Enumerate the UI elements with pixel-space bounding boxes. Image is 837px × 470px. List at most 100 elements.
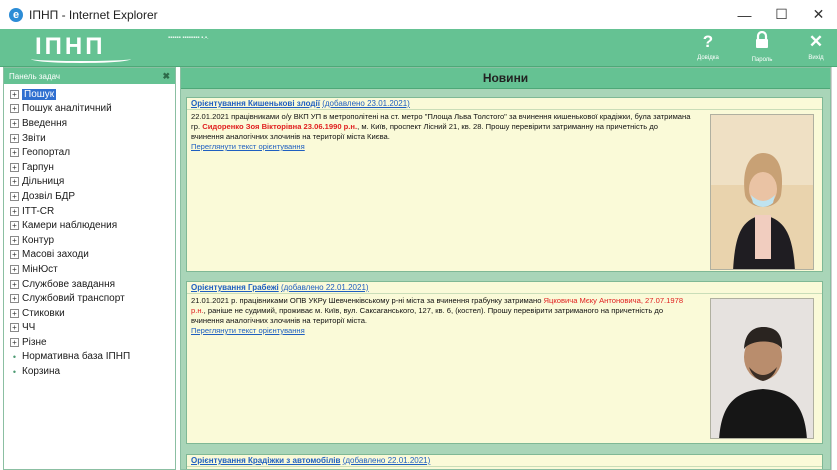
sidebar-item-label: Пошук bbox=[22, 88, 57, 100]
sidebar-item[interactable]: + Службовий транспорт bbox=[10, 291, 175, 306]
logo-swoosh bbox=[31, 55, 131, 63]
sidebar-item-label: Звіти bbox=[22, 132, 46, 144]
sidebar-item[interactable]: + Камери наблюдения bbox=[10, 218, 175, 233]
scrollbar[interactable] bbox=[831, 67, 837, 470]
task-tree: + Пошук + Пошук аналітичний + Введення + Звіти +… bbox=[4, 84, 175, 379]
sidebar-item[interactable]: + Гарпун bbox=[10, 160, 175, 175]
news-text: 21.01.2021 р. працівниками ОПВ УКРу Шевч… bbox=[191, 296, 544, 305]
news-date: (добавлено 23.01.2021) bbox=[322, 99, 410, 108]
bullet-icon: • bbox=[12, 351, 17, 362]
news-item-header: Орієнтування Грабежі (добавлено 22.01.20… bbox=[187, 282, 822, 294]
sidebar-item[interactable]: + Службове завдання bbox=[10, 277, 175, 292]
suspect-photo bbox=[710, 114, 814, 270]
expand-icon[interactable]: + bbox=[10, 323, 19, 333]
task-panel: Панель задач ✖ + Пошук + Пошук аналітичний +… bbox=[3, 67, 176, 470]
news-text-cont: , раніше не судимий, проживає м. Київ, в… bbox=[191, 306, 664, 325]
expand-icon[interactable]: + bbox=[10, 191, 19, 201]
current-user: ▪▪▪▪▪▪ ▪▪▪▪▪▪▪▪ ▪.▪. bbox=[168, 35, 209, 41]
help-button[interactable]: ? Довідка bbox=[688, 31, 728, 65]
sidebar-item[interactable]: + ITT-CR bbox=[10, 204, 175, 219]
maximize-button[interactable]: ☐ bbox=[763, 0, 800, 29]
sidebar-item-label: Контур bbox=[22, 234, 55, 246]
news-item: Орієнтування Грабежі (добавлено 22.01.20… bbox=[186, 281, 823, 444]
sidebar-item-label: Масові заходи bbox=[22, 249, 89, 261]
news-item: Орієнтування Кишенькові злодії (добавлен… bbox=[186, 97, 823, 272]
sidebar-item[interactable]: + Геопортал bbox=[10, 145, 175, 160]
sidebar-item-label: Введення bbox=[22, 117, 68, 129]
news-panel-header: Новини bbox=[181, 68, 830, 89]
task-panel-close-icon[interactable]: ✖ bbox=[162, 71, 170, 82]
task-panel-header: Панель задач ✖ bbox=[4, 68, 175, 84]
window-titlebar: e ІПНП - Internet Explorer — ☐ ✕ bbox=[0, 0, 837, 29]
close-window-button[interactable]: ✕ bbox=[800, 0, 837, 29]
sidebar-item-label: Різне bbox=[22, 336, 47, 348]
exit-button[interactable]: ✕ Вихід bbox=[796, 31, 836, 65]
help-icon: ? bbox=[702, 32, 714, 51]
expand-icon[interactable]: + bbox=[10, 162, 19, 172]
expand-icon[interactable]: + bbox=[10, 337, 19, 347]
news-title-link[interactable]: Орієнтування Грабежі bbox=[191, 283, 279, 292]
bullet-icon: • bbox=[12, 366, 17, 377]
lock-icon bbox=[742, 30, 782, 55]
sidebar-item[interactable]: + Пошук аналітичний bbox=[10, 102, 175, 117]
view-orientation-link[interactable]: Переглянути текст орієнтування bbox=[191, 326, 692, 336]
sidebar-item[interactable]: • Нормативна база ІПНП bbox=[10, 350, 175, 365]
sidebar-item-label: Службовий транспорт bbox=[22, 293, 125, 305]
news-title-link[interactable]: Орієнтування Крадіжки з автомобілів bbox=[191, 456, 340, 465]
sidebar-item[interactable]: + Масові заходи bbox=[10, 248, 175, 263]
news-title-link[interactable]: Орієнтування Кишенькові злодії bbox=[191, 99, 320, 108]
help-label: Довідка bbox=[697, 55, 719, 61]
expand-icon[interactable]: + bbox=[10, 118, 19, 128]
sidebar-item[interactable]: + ЧЧ bbox=[10, 321, 175, 336]
sidebar-item-label: Корзина bbox=[22, 366, 61, 378]
sidebar-item-label: Службове завдання bbox=[22, 278, 116, 290]
sidebar-item-label: Геопортал bbox=[22, 147, 71, 159]
internet-explorer-icon: e bbox=[9, 7, 23, 22]
news-item-header: Орієнтування Крадіжки з автомобілів (доб… bbox=[187, 455, 822, 467]
news-date: (добавлено 22.01.2021) bbox=[280, 283, 369, 292]
sidebar-item[interactable]: • Корзина bbox=[10, 364, 175, 379]
sidebar-item[interactable]: + МінЮст bbox=[10, 262, 175, 277]
news-panel: Новини Орієнтування Кишенькові злодії (д… bbox=[180, 67, 831, 470]
expand-icon[interactable]: + bbox=[10, 264, 19, 274]
sidebar-item-label: Дозвіл БДР bbox=[22, 190, 76, 202]
sidebar-item[interactable]: + Дільниця bbox=[10, 175, 175, 190]
window-controls: — ☐ ✕ bbox=[726, 0, 837, 29]
expand-icon[interactable]: + bbox=[10, 279, 19, 289]
minimize-button[interactable]: — bbox=[726, 0, 763, 29]
expand-icon[interactable]: + bbox=[10, 308, 19, 318]
sidebar-item-label: Камери наблюдения bbox=[22, 220, 118, 232]
password-button[interactable]: Пароль bbox=[742, 30, 782, 65]
expand-icon[interactable]: + bbox=[10, 104, 19, 114]
news-item-header: Орієнтування Кишенькові злодії (добавлен… bbox=[187, 98, 822, 110]
expand-icon[interactable]: + bbox=[10, 221, 19, 231]
expand-icon[interactable]: + bbox=[10, 148, 19, 158]
sidebar-item-label: Нормативна база ІПНП bbox=[22, 351, 131, 363]
view-orientation-link[interactable]: Переглянути текст орієнтування bbox=[191, 142, 692, 152]
sidebar-item[interactable]: + Різне bbox=[10, 335, 175, 350]
sidebar-item-label: МінЮст bbox=[22, 263, 58, 275]
expand-icon[interactable]: + bbox=[10, 133, 19, 143]
sidebar-item-label: Гарпун bbox=[22, 161, 54, 173]
expand-icon[interactable]: + bbox=[10, 177, 19, 187]
sidebar-item[interactable]: + Звіти bbox=[10, 131, 175, 146]
sidebar-item-label: Дільниця bbox=[22, 176, 65, 188]
news-panel-title: Новини bbox=[482, 71, 529, 85]
sidebar-item[interactable]: + Дозвіл БДР bbox=[10, 189, 175, 204]
sidebar-item-label: Стиковки bbox=[22, 307, 65, 319]
sidebar-item[interactable]: + Пошук bbox=[10, 87, 175, 102]
news-date: (добавлено 22.01.2021) bbox=[342, 456, 431, 465]
sidebar-item[interactable]: + Контур bbox=[10, 233, 175, 248]
expand-icon[interactable]: + bbox=[10, 294, 19, 304]
expand-icon[interactable]: + bbox=[10, 250, 19, 260]
sidebar-item[interactable]: + Стиковки bbox=[10, 306, 175, 321]
sidebar-item-label: Пошук аналітичний bbox=[22, 103, 112, 115]
app-logo[interactable]: ІПНП bbox=[31, 33, 131, 63]
expand-icon[interactable]: + bbox=[10, 206, 19, 216]
sidebar-item[interactable]: + Введення bbox=[10, 116, 175, 131]
sidebar-item-label: ЧЧ bbox=[22, 322, 36, 334]
expand-icon[interactable]: + bbox=[10, 89, 19, 99]
exit-icon: ✕ bbox=[808, 32, 824, 51]
suspect-name: Сидоренко Зоя Вікторівна 23.06.1990 р.н. bbox=[202, 122, 358, 131]
expand-icon[interactable]: + bbox=[10, 235, 19, 245]
